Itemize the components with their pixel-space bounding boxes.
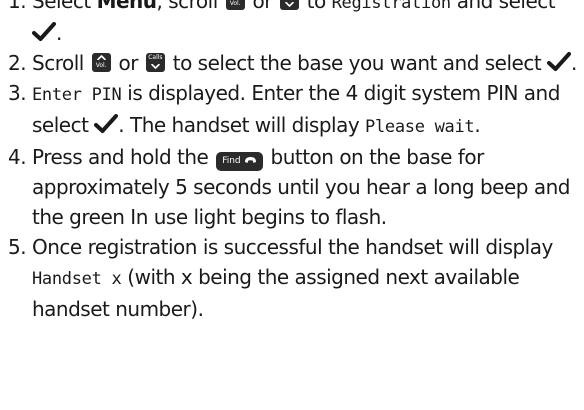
step-item: 1. Select Menu, scroll Vol. or Calls to R… [0,0,584,48]
checkmark-icon [94,112,119,133]
step-text: or [112,51,144,75]
step-number: 5. [8,235,27,259]
calls-down-key-icon: Calls [279,0,299,10]
step-text: Press and hold the [32,145,215,169]
step-text: Scroll [32,51,90,75]
checkmark-icon [32,20,56,41]
step-text: Once registration is successful the hand… [32,235,553,259]
instructions-document: 1. Select Menu, scroll Vol. or Calls to R… [0,0,584,324]
step-item: 2. Scroll Vol. or Calls to select the bas… [0,48,584,78]
display-text: Enter PIN [32,85,122,105]
step-text: . [571,51,577,75]
key-label: Vol. [95,62,107,69]
step-item: 5. Once registration is successful the ha… [0,232,584,324]
vol-up-key-icon: Vol. [91,53,111,72]
step-text: . [56,21,62,45]
handset-icon [244,157,256,163]
bold-text: Menu [96,0,157,13]
step-item: 4. Press and hold the Find button on the … [0,142,584,232]
key-label: Vol. [229,0,241,7]
step-text: Select [32,0,97,13]
step-number: 1. [8,0,27,13]
display-text: Please wait [365,117,475,137]
key-label: Calls [148,54,163,61]
step-text: . [474,113,481,137]
step-text: to select the base you want and select [166,51,548,75]
step-item: 3. Enter PIN is displayed. Enter the 4 di… [0,78,584,142]
step-text: and select [450,0,556,13]
calls-down-key-icon: Calls [145,53,165,72]
vol-up-key-icon: Vol. [225,0,245,10]
step-text: to [300,0,332,13]
registration-steps-list: 1. Select Menu, scroll Vol. or Calls to R… [0,0,584,324]
checkmark-icon [547,50,572,71]
step-text: . The handset will display [118,113,366,137]
display-text: Registration [331,0,452,13]
display-text: Handset x [32,269,122,289]
step-number: 2. [8,51,27,75]
step-text: , scroll [156,0,224,13]
find-button-icon: Find [216,152,263,171]
find-button-label: Find [222,156,241,166]
step-number: 3. [8,81,27,105]
step-text: or [246,0,278,13]
step-number: 4. [8,145,27,169]
